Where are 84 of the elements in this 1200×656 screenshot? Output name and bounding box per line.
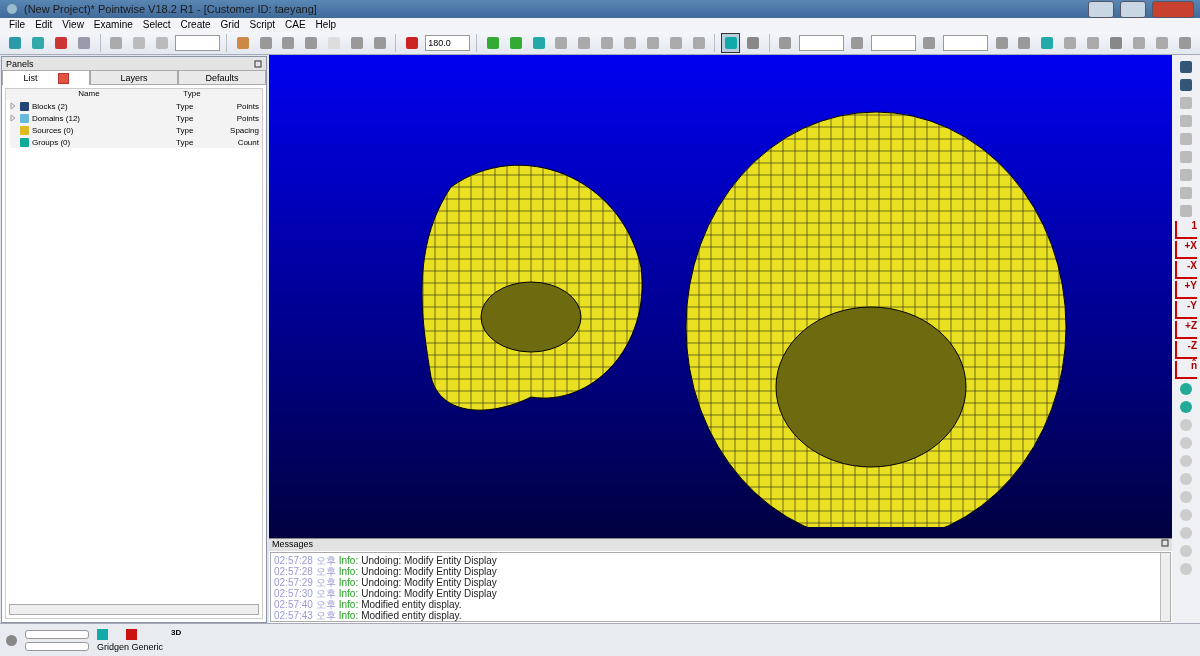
angle-field[interactable]: 180.0	[425, 35, 471, 51]
dropdown-field[interactable]	[870, 35, 916, 51]
dropdown-field[interactable]	[942, 35, 989, 51]
axis-view-button[interactable]: -Y	[1175, 301, 1197, 319]
message-time: 02:57:43 오후	[274, 610, 336, 621]
column-heading[interactable]: Type	[172, 89, 212, 100]
message-time: 02:57:28 오후	[274, 555, 336, 566]
tree-row[interactable]: Groups (0) Type Count	[10, 136, 262, 148]
axis-view-button[interactable]: n̂	[1175, 361, 1197, 379]
table-cell-text: Points	[235, 113, 260, 123]
menu-item[interactable]: View	[57, 18, 89, 32]
float-icon[interactable]	[254, 59, 262, 68]
menu-item[interactable]: Help	[310, 18, 342, 32]
message-level: Info:	[338, 588, 359, 599]
message-time: 02:57:28 오후	[274, 566, 336, 577]
message-text: Undoing: Modify Entity Display	[361, 555, 497, 566]
message-text: Undoing: Modify Entity Display	[361, 577, 497, 588]
axis-view-button[interactable]: 1	[1175, 221, 1197, 239]
tree-row[interactable]: Blocks (2) Type Points	[10, 100, 262, 112]
dropdown-field[interactable]	[798, 35, 844, 51]
app-icon	[6, 3, 18, 15]
axis-view-button[interactable]: +Z	[1175, 321, 1197, 339]
message-level: Info:	[338, 555, 359, 566]
panel-tab[interactable]: List	[2, 70, 90, 85]
axis-view-button[interactable]: -Z	[1175, 341, 1197, 359]
message-level: Info:	[338, 577, 359, 588]
table-cell-text: Type	[176, 125, 195, 135]
solver-label: Gridgen Generic	[97, 641, 164, 652]
menu-item[interactable]: Grid	[215, 18, 245, 32]
message-time: 02:57:40 오후	[274, 599, 336, 610]
menu-item[interactable]: CAE	[280, 18, 311, 32]
table-cell-text: Points	[235, 101, 260, 111]
menu-item[interactable]: Select	[137, 18, 176, 32]
expand-icon[interactable]	[10, 115, 16, 121]
message-level: Info:	[338, 566, 359, 577]
message-time: 02:57:29 오후	[274, 577, 336, 588]
maximize-button[interactable]	[1120, 0, 1146, 18]
window-title: (New Project)* Pointwise V18.2 R1 - [Customer ID: taeyang]	[24, 3, 318, 15]
table-cell-text: Count	[236, 137, 260, 147]
menu-item[interactable]: Script	[244, 18, 281, 32]
menu-item[interactable]: File	[4, 18, 31, 32]
status-lamp	[6, 634, 17, 646]
panel-title: Messages	[272, 539, 314, 551]
table-cell-text: Type	[176, 101, 195, 111]
grid-display-button[interactable]	[721, 33, 740, 53]
domain-icon	[20, 113, 29, 123]
tree-label: Groups (0)	[32, 137, 72, 147]
table-cell-text: Type	[176, 113, 195, 123]
table-cell-text: Type	[176, 137, 195, 147]
vertical-scrollbar[interactable]	[1160, 553, 1170, 621]
group-icon	[20, 137, 29, 147]
panel-title: Panels	[6, 58, 34, 69]
expand-icon[interactable]	[10, 103, 16, 109]
horizontal-scrollbar[interactable]	[9, 604, 259, 615]
minimize-button[interactable]	[1088, 0, 1114, 18]
tree-row[interactable]: Sources (0) Type Spacing	[10, 124, 262, 136]
panel-tab[interactable]: Layers	[90, 70, 178, 85]
tree-label: Blocks (2)	[32, 101, 69, 111]
message-text: Modified entity display.	[361, 599, 462, 610]
float-icon[interactable]	[1161, 539, 1169, 547]
message-level: Info:	[338, 599, 359, 610]
message-text: Undoing: Modify Entity Display	[361, 566, 497, 577]
axis-view-button[interactable]: +X	[1175, 241, 1197, 259]
dropdown-field[interactable]	[175, 35, 221, 51]
tree-row[interactable]: Domains (12) Type Points	[10, 112, 262, 124]
menu-item[interactable]: Create	[175, 18, 216, 32]
tree-label: Domains (12)	[32, 113, 81, 123]
message-text: Modified entity display.	[361, 610, 462, 621]
close-icon[interactable]	[57, 72, 69, 84]
panel-tab[interactable]: Defaults	[178, 70, 266, 85]
block-icon	[20, 101, 29, 111]
axis-view-button[interactable]: -X	[1175, 261, 1197, 279]
axis-view-button[interactable]: +Y	[1175, 281, 1197, 299]
column-heading[interactable]: Name	[6, 89, 172, 100]
message-text: Undoing: Modify Entity Display	[361, 588, 497, 599]
source-icon	[20, 125, 29, 135]
dimension-label[interactable]: 3D	[171, 628, 182, 637]
message-level: Info:	[338, 610, 359, 621]
table-cell-text: Spacing	[229, 125, 260, 135]
message-time: 02:57:30 오후	[274, 588, 336, 599]
menu-item[interactable]: Examine	[88, 18, 138, 32]
close-button[interactable]	[1152, 0, 1194, 18]
tree-label: Sources (0)	[32, 125, 75, 135]
menu-item[interactable]: Edit	[30, 18, 58, 32]
